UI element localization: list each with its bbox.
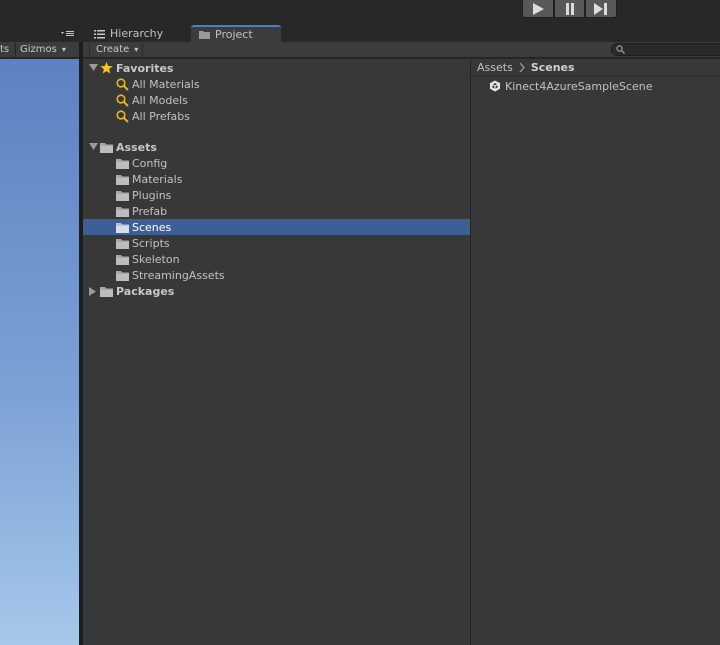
tree-section-favorites[interactable]: Favorites <box>83 60 470 76</box>
play-button[interactable] <box>522 0 554 18</box>
search-filter-icon <box>115 77 129 91</box>
tree-item-plugins[interactable]: Plugins <box>83 187 470 203</box>
asset-item-scene[interactable]: Kinect4AzureSampleScene <box>489 78 652 94</box>
tree-item-label: Scripts <box>132 236 170 250</box>
search-box[interactable] <box>611 43 720 56</box>
gizmos-button[interactable]: Gizmos <box>20 44 57 55</box>
collapsed-arrow-icon[interactable] <box>87 286 99 296</box>
folder-icon <box>115 253 129 265</box>
folder-icon <box>115 221 129 233</box>
truncated-toolbar-label[interactable]: ts <box>0 44 12 55</box>
tree-item-scripts[interactable]: Scripts <box>83 235 470 251</box>
folder-icon <box>99 285 113 297</box>
tree-section-packages[interactable]: Packages <box>83 283 470 299</box>
step-button[interactable] <box>585 0 618 18</box>
search-input[interactable] <box>627 44 717 55</box>
unity-scene-icon <box>489 80 501 92</box>
search-filter-icon <box>115 93 129 107</box>
expanded-arrow-icon[interactable] <box>87 143 99 151</box>
star-icon <box>99 62 113 74</box>
tree-item-label: Materials <box>132 172 183 186</box>
tree-item-all-prefabs[interactable]: All Prefabs <box>83 108 470 124</box>
breadcrumb: Assets Scenes <box>471 59 720 77</box>
tab-row: Hierarchy Project <box>0 24 720 42</box>
tree-item-prefab[interactable]: Prefab <box>83 203 470 219</box>
folder-icon <box>115 269 129 281</box>
tree-item-label: All Models <box>132 93 188 107</box>
playback-controls <box>522 0 618 18</box>
tree-item-scenes[interactable]: Scenes <box>83 219 470 235</box>
play-icon <box>532 2 544 15</box>
folder-icon <box>115 189 129 201</box>
search-filter-icon <box>115 109 129 123</box>
tree-section-label: Favorites <box>116 61 174 75</box>
assets-panel: Assets Scenes Kinect4AzureSampleScene <box>471 59 720 645</box>
tree-item-label: Config <box>132 156 168 170</box>
tree-item-config[interactable]: Config <box>83 155 470 171</box>
step-icon <box>594 2 608 15</box>
pause-button[interactable] <box>553 0 586 18</box>
tree-item-label: All Prefabs <box>132 109 190 123</box>
tree-item-label: Plugins <box>132 188 172 202</box>
search-icon <box>616 45 625 54</box>
project-toolbar: Create ▾ <box>83 42 720 58</box>
tab-project[interactable]: Project <box>191 25 281 42</box>
chevron-right-icon <box>519 63 525 72</box>
tree-item-all-models[interactable]: All Models <box>83 92 470 108</box>
tab-project-label: Project <box>215 28 253 41</box>
tree-item-skeleton[interactable]: Skeleton <box>83 251 470 267</box>
tree-item-label: StreamingAssets <box>132 268 225 282</box>
scene-viewport[interactable] <box>0 59 79 645</box>
tab-hierarchy-label: Hierarchy <box>110 27 164 40</box>
expanded-arrow-icon[interactable] <box>87 64 99 72</box>
breadcrumb-item-scenes[interactable]: Scenes <box>531 61 575 74</box>
tree-item-label: All Materials <box>132 77 200 91</box>
tree-section-label: Packages <box>116 284 175 298</box>
scene-toolbar: ts Gizmos ▾ <box>0 42 80 58</box>
tree-item-materials[interactable]: Materials <box>83 171 470 187</box>
gizmos-dropdown-icon[interactable]: ▾ <box>62 45 66 54</box>
breadcrumb-item-assets[interactable]: Assets <box>477 61 513 74</box>
hierarchy-icon <box>94 29 105 38</box>
create-button-label: Create <box>96 44 130 55</box>
tree-section-assets[interactable]: Assets <box>83 139 470 155</box>
folder-icon <box>115 237 129 249</box>
folder-icon <box>199 30 210 39</box>
folder-icon <box>99 141 113 153</box>
top-toolbar <box>0 0 720 24</box>
folder-icon <box>115 205 129 217</box>
tab-hierarchy[interactable]: Hierarchy <box>90 25 188 42</box>
tree-item-streamingassets[interactable]: StreamingAssets <box>83 267 470 283</box>
tab-menu-icon[interactable] <box>60 28 78 40</box>
folder-icon <box>115 173 129 185</box>
tree-item-label: Skeleton <box>132 252 180 266</box>
create-button[interactable]: Create ▾ <box>89 43 144 57</box>
pause-icon <box>565 2 574 15</box>
chevron-down-icon: ▾ <box>134 45 139 54</box>
toolbar-divider <box>15 42 16 57</box>
tree-item-label: Scenes <box>132 220 172 234</box>
folder-icon <box>115 157 129 169</box>
asset-item-label: Kinect4AzureSampleScene <box>505 79 653 93</box>
tree-section-label: Assets <box>116 140 157 154</box>
tree-item-label: Prefab <box>132 204 168 218</box>
tree-item-all-materials[interactable]: All Materials <box>83 76 470 92</box>
folder-tree: Favorites All Materials All Models All P… <box>83 59 470 645</box>
